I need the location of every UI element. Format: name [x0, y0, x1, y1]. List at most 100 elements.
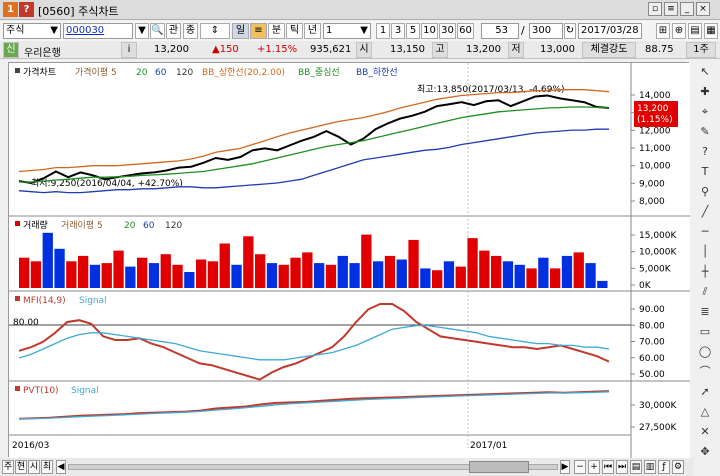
- volume-bar: [538, 257, 549, 288]
- strength-label: 체결강도: [582, 42, 636, 58]
- fib-icon[interactable]: ≣: [696, 304, 714, 320]
- interval-3[interactable]: 3: [391, 23, 405, 39]
- arc-icon[interactable]: ⌒: [696, 364, 714, 380]
- triangle-icon[interactable]: △: [696, 404, 714, 420]
- save-icon[interactable]: ▤: [688, 23, 702, 39]
- display-count-input[interactable]: 53: [481, 23, 519, 39]
- period-tick-button[interactable]: 틱: [286, 23, 303, 39]
- tab-current[interactable]: 현: [15, 460, 27, 474]
- volume-bar: [255, 254, 266, 288]
- interval-10[interactable]: 10: [421, 23, 438, 39]
- legend-vol-ma5: 거래이평 5: [61, 220, 103, 231]
- config-icon[interactable]: ⚙: [672, 460, 684, 474]
- chart-area[interactable]: 가격차트 가격이평 5 20 60 120 BB_상한선(20,2.00) BB…: [8, 62, 690, 458]
- print-icon[interactable]: ▦: [704, 23, 718, 39]
- pin-icon[interactable]: ⚲: [696, 184, 714, 200]
- settings-icon[interactable]: ≡: [664, 2, 678, 16]
- zoom-in-icon[interactable]: +: [588, 460, 600, 474]
- delete-icon[interactable]: ✕: [696, 424, 714, 440]
- volume-bar: [467, 238, 478, 288]
- y-tick-label: 50.00: [639, 370, 665, 380]
- y-tick-label: 70.00: [639, 338, 665, 348]
- indicator-icon[interactable]: ƒ: [658, 460, 670, 474]
- magnet-icon[interactable]: ⌖: [696, 104, 714, 120]
- stock-code-input[interactable]: 000030: [63, 23, 133, 39]
- tab-week[interactable]: 주: [2, 460, 14, 474]
- volume-bar: [113, 250, 124, 288]
- total-count-input[interactable]: 300: [529, 23, 563, 39]
- market-select[interactable]: 주식 ▼: [3, 23, 61, 39]
- channel-icon[interactable]: ⫽: [696, 284, 714, 300]
- tab-recent[interactable]: 최: [41, 460, 53, 474]
- close-icon[interactable]: ×: [696, 2, 710, 16]
- price-change: ▲150: [212, 44, 239, 55]
- scroll-left-icon[interactable]: ◀: [56, 460, 66, 474]
- drawing-toolbar: ↖ ✚ ⌖ ✎ ? T ⚲ ╱ ─ │ ┼ ⫽ ≣ ▭ ◯ ⌒ ➚ △ ✕ ✥: [694, 62, 716, 472]
- chart-svg[interactable]: 가격차트 가격이평 5 20 60 120 BB_상한선(20,2.00) BB…: [9, 63, 690, 458]
- period-week-button[interactable]: ≡: [250, 23, 267, 39]
- code-dropdown[interactable]: ▼: [135, 23, 149, 39]
- volume-bar: [278, 264, 289, 288]
- scrollbar-thumb[interactable]: [469, 461, 529, 473]
- tab-open[interactable]: 시: [28, 460, 40, 474]
- updown-stepper[interactable]: ⇕: [200, 23, 230, 39]
- pvt-legend: PVT(10) Signal: [15, 386, 99, 396]
- zoom-icon[interactable]: ⊕: [672, 23, 686, 39]
- pen-icon[interactable]: ✎: [696, 124, 714, 140]
- rect-icon[interactable]: ▭: [696, 324, 714, 340]
- window-title: [0560] 주식차트: [38, 5, 119, 18]
- scroll-right-icon[interactable]: ▶: [560, 460, 570, 474]
- interval-30[interactable]: 30: [439, 23, 456, 39]
- unit-button[interactable]: 1주: [686, 42, 716, 58]
- interval-60[interactable]: 60: [457, 23, 474, 39]
- refresh-icon[interactable]: ↻: [564, 23, 576, 39]
- count-separator: /: [521, 24, 525, 37]
- arrow-icon[interactable]: ➚: [696, 384, 714, 400]
- app-number-icon[interactable]: 1: [3, 2, 18, 17]
- pan-icon[interactable]: ✥: [696, 444, 714, 460]
- cursor-icon[interactable]: ↖: [696, 64, 714, 80]
- first-icon[interactable]: ⏮: [602, 460, 614, 474]
- vline-icon[interactable]: │: [696, 244, 714, 260]
- grid-icon[interactable]: ⊞: [656, 23, 670, 39]
- category-button[interactable]: 종: [183, 23, 198, 39]
- search-icon[interactable]: 🔍: [150, 23, 165, 39]
- volume-bar: [514, 264, 525, 288]
- related-button[interactable]: 관: [166, 23, 181, 39]
- minimize-icon[interactable]: _: [680, 2, 694, 16]
- last-icon[interactable]: ⏭: [616, 460, 628, 474]
- period-day-button[interactable]: 일: [232, 23, 249, 39]
- volume-bar: [384, 255, 396, 288]
- y-tick-label: 27,500K: [639, 423, 677, 433]
- volume-bar: [231, 264, 242, 288]
- crosshair-icon[interactable]: ✚: [696, 84, 714, 100]
- period-month-button[interactable]: 분: [268, 23, 285, 39]
- line-icon[interactable]: ╱: [696, 204, 714, 220]
- help-tool-icon[interactable]: ?: [696, 144, 714, 160]
- restore-icon[interactable]: ▫: [648, 2, 662, 16]
- zoom-out-icon[interactable]: −: [574, 460, 586, 474]
- y-tick-label: 80.00: [639, 321, 665, 331]
- interval-5[interactable]: 5: [406, 23, 420, 39]
- chart-type-icon[interactable]: ▥: [644, 460, 656, 474]
- interval-1[interactable]: 1: [376, 23, 390, 39]
- cross-line-icon[interactable]: ┼: [696, 264, 714, 280]
- info-icon[interactable]: i: [121, 42, 137, 58]
- open-label: 시: [356, 42, 372, 58]
- mfi-legend: MFI(14,9) Signal: [15, 296, 107, 306]
- layout-icon[interactable]: ▤: [630, 460, 642, 474]
- text-icon[interactable]: T: [696, 164, 714, 180]
- help-icon[interactable]: ?: [19, 2, 34, 17]
- trade-volume: 935,621: [310, 44, 352, 55]
- hline-icon[interactable]: ─: [696, 224, 714, 240]
- current-pct-label: (1.15%): [637, 115, 673, 125]
- ellipse-icon[interactable]: ◯: [696, 344, 714, 360]
- volume-bar: [148, 263, 160, 288]
- volume-bar: [137, 257, 148, 288]
- minute-select[interactable]: 1 ▼: [323, 23, 371, 39]
- scrollbar-track[interactable]: [68, 461, 558, 473]
- period-year-button[interactable]: 년: [304, 23, 321, 39]
- volume-bar: [337, 255, 348, 288]
- volume-bar: [78, 255, 89, 288]
- date-input[interactable]: 2017/03/28: [578, 23, 642, 39]
